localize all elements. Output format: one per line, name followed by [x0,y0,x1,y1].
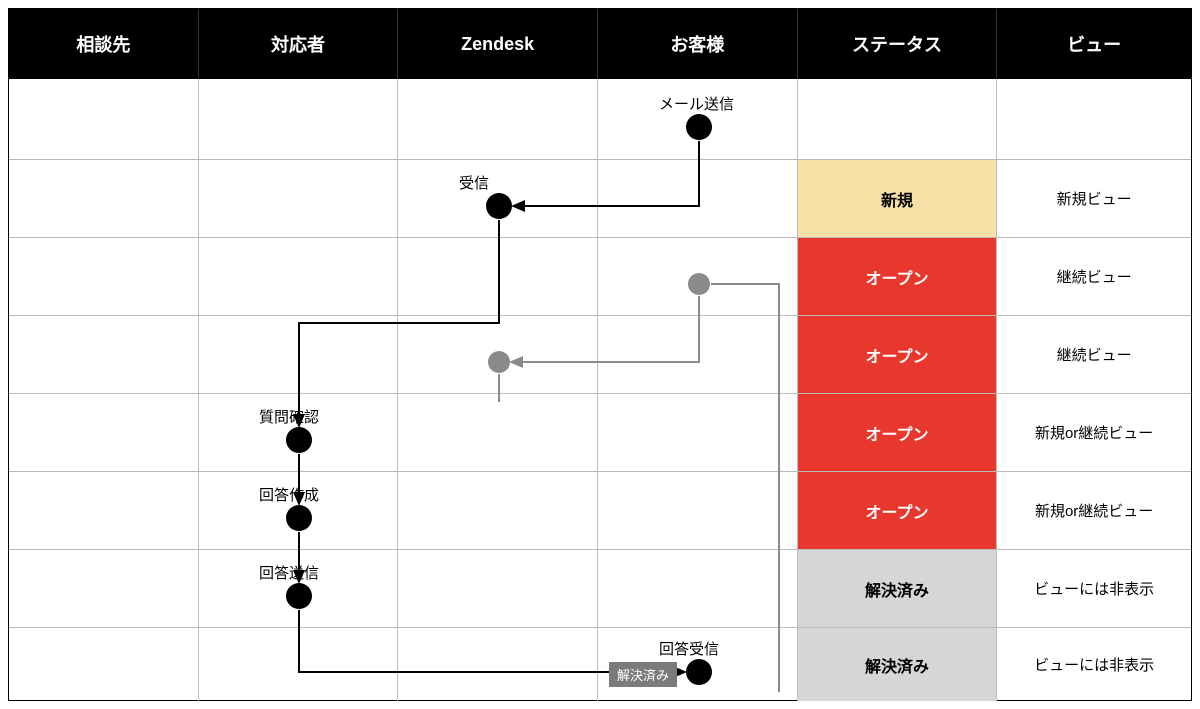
table-row: オープン継続ビュー [9,315,1191,393]
node-label: 回答作成 [259,484,319,505]
col-zendesk: Zendesk [398,9,598,79]
view-label: 新規ビュー [997,160,1191,237]
node-label: メール送信 [659,93,734,114]
status-badge: 解決済み [798,550,997,627]
node-label: 回答送信 [259,562,319,583]
table-row: 解決済みビューには非表示 [9,549,1191,627]
status-badge: オープン [798,316,997,393]
node-label: 質問確認 [259,406,319,427]
node-label: 受信 [459,172,489,193]
status-badge: オープン [798,472,997,549]
table-row: オープン新規or継続ビュー [9,393,1191,471]
header-row: 相談先 対応者 Zendesk お客様 ステータス ビュー [9,9,1191,79]
status-badge: オープン [798,394,997,471]
view-label: 新規or継続ビュー [997,394,1191,471]
node-label: 回答受信 [659,638,719,659]
col-view: ビュー [997,9,1191,79]
col-consult: 相談先 [9,9,199,79]
swimlane-diagram: 相談先 対応者 Zendesk お客様 ステータス ビュー 新規新規ビューオープ… [8,8,1192,701]
col-status: ステータス [798,9,998,79]
solved-tag: 解決済み [609,662,677,687]
status-badge: オープン [798,238,997,315]
table-row: オープン継続ビュー [9,237,1191,315]
col-customer: お客様 [598,9,798,79]
table-row: 新規新規ビュー [9,159,1191,237]
status-badge: 新規 [798,160,997,237]
view-label: 継続ビュー [997,238,1191,315]
col-assignee: 対応者 [199,9,399,79]
view-label: ビューには非表示 [997,550,1191,627]
view-label: ビューには非表示 [997,628,1191,701]
status-badge: 解決済み [798,628,997,701]
view-label: 新規or継続ビュー [997,472,1191,549]
body-rows: 新規新規ビューオープン継続ビューオープン継続ビューオープン新規or継続ビューオー… [9,79,1191,701]
table-row: オープン新規or継続ビュー [9,471,1191,549]
table-row [9,79,1191,159]
table-row: 解決済みビューには非表示 [9,627,1191,701]
view-label: 継続ビュー [997,316,1191,393]
